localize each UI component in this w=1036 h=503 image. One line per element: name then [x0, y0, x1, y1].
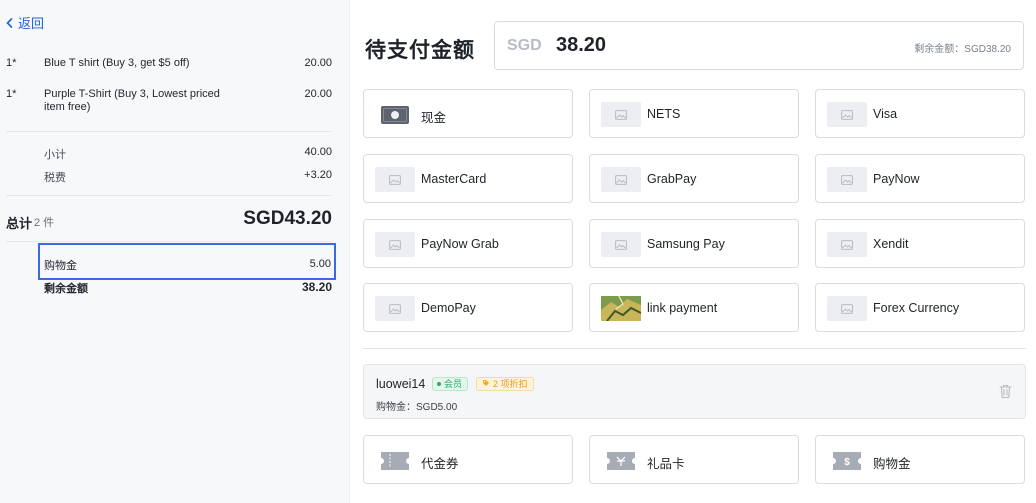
payment-method-method-0[interactable]: 现金 — [363, 89, 573, 138]
cash-icon — [375, 102, 415, 127]
payment-method-label: link payment — [647, 301, 718, 315]
subtotal-value: 40.00 — [304, 146, 332, 158]
payment-method-label: MasterCard — [421, 172, 487, 186]
payment-method-samsung-pay[interactable]: Samsung Pay — [589, 219, 799, 268]
remaining-value: 38.20 — [301, 280, 332, 294]
item-qty: 1* — [6, 88, 17, 100]
image-placeholder-icon — [827, 102, 867, 127]
subtotal-row: 小计 40.00 — [44, 146, 332, 162]
remaining-amount-text: 剩余金额：SGD38.20 — [914, 44, 1011, 55]
member-badge-label: 会员 — [444, 379, 463, 389]
amount-due-box: SGD 38.20 剩余金额：SGD38.20 — [494, 21, 1024, 70]
store-credit-button[interactable]: $ 购物金 — [815, 435, 1025, 484]
payment-method-link-payment[interactable]: link payment — [589, 283, 799, 332]
payment-method-label: PayNow — [873, 172, 920, 186]
order-summary-panel: 返回 1* Blue T shirt (Buy 3, get $5 off) 2… — [0, 0, 350, 503]
image-placeholder-icon — [827, 232, 867, 257]
back-button[interactable]: 返回 — [6, 13, 44, 32]
image-placeholder-icon — [601, 167, 641, 192]
payment-method-grabpay[interactable]: GrabPay — [589, 154, 799, 203]
payment-method-paynow[interactable]: PayNow — [815, 154, 1025, 203]
item-price: 20.00 — [304, 88, 332, 100]
discount-badge[interactable]: 2 项折扣 — [476, 377, 534, 391]
payment-method-label: 现金 — [421, 111, 447, 125]
item-name: Purple T-Shirt (Buy 3, Lowest priced ite… — [44, 88, 220, 113]
payment-method-mastercard[interactable]: MasterCard — [363, 154, 573, 203]
payment-method-nets[interactable]: NETS — [589, 89, 799, 138]
payment-method-demopay[interactable]: DemoPay — [363, 283, 573, 332]
member-credit: 购物金：SGD5.00 — [376, 402, 458, 413]
back-label: 返回 — [18, 16, 45, 31]
image-placeholder-icon — [375, 232, 415, 257]
payment-method-label: DemoPay — [421, 301, 476, 315]
payment-method-label: Visa — [873, 107, 898, 121]
trash-icon[interactable] — [999, 384, 1012, 404]
item-count: 2 件 — [34, 217, 55, 229]
payment-method-label: PayNow Grab — [421, 237, 499, 251]
gift-card-button[interactable]: 礼品卡 — [589, 435, 799, 484]
total-label: 总计 — [6, 216, 33, 231]
tax-label: 税费 — [44, 172, 66, 184]
payment-method-label: NETS — [647, 107, 681, 121]
item-price: 20.00 — [304, 57, 332, 69]
image-placeholder-icon — [375, 167, 415, 192]
image-placeholder-icon — [601, 102, 641, 127]
payment-method-label: GrabPay — [647, 172, 697, 186]
payment-method-xendit[interactable]: Xendit — [815, 219, 1025, 268]
map-thumbnail-icon — [601, 296, 641, 321]
chevron-left-icon — [6, 17, 13, 28]
extra-option-label: 礼品卡 — [647, 457, 685, 471]
store-credit-value: 5.00 — [309, 258, 331, 270]
image-placeholder-icon — [375, 296, 415, 321]
payment-method-paynow-grab[interactable]: PayNow Grab — [363, 219, 573, 268]
member-card: luowei14 会员 2 项折扣 购物金：SGD5.00 — [363, 364, 1026, 419]
image-placeholder-icon — [827, 296, 867, 321]
member-dot-icon — [437, 382, 441, 386]
payment-method-visa[interactable]: Visa — [815, 89, 1025, 138]
extra-option-label: 代金券 — [421, 457, 459, 471]
remaining-row: 剩余金额 38.20 — [44, 280, 332, 296]
payment-method-forex-currency[interactable]: Forex Currency — [815, 283, 1025, 332]
subtotal-label: 小计 — [44, 149, 66, 161]
payment-method-label: Forex Currency — [873, 301, 960, 315]
image-placeholder-icon — [601, 232, 641, 257]
member-username: luowei14 — [376, 377, 426, 391]
extra-option-label: 购物金 — [873, 457, 911, 471]
tax-value: +3.20 — [304, 169, 332, 181]
total-amount: SGD43.20 — [243, 208, 332, 229]
store-credit-icon: $ — [827, 448, 867, 473]
voucher-icon — [375, 448, 415, 473]
divider — [6, 131, 332, 132]
payment-method-label: Xendit — [873, 237, 909, 251]
divider — [6, 195, 332, 196]
store-credit-label: 购物金 — [44, 260, 77, 272]
divider — [6, 241, 332, 242]
tag-icon — [482, 378, 490, 390]
section-divider — [363, 348, 1026, 349]
discount-badge-label: 2 项折扣 — [493, 379, 528, 389]
member-badge: 会员 — [432, 377, 469, 391]
item-qty: 1* — [6, 57, 17, 69]
item-name: Blue T shirt (Buy 3, get $5 off) — [44, 57, 190, 69]
currency-label: SGD — [507, 37, 542, 54]
gift-card-icon — [601, 448, 641, 473]
voucher-button[interactable]: 代金券 — [363, 435, 573, 484]
store-credit-row: 购物金 5.00 — [38, 243, 336, 280]
remaining-label: 剩余金额 — [44, 283, 88, 295]
image-placeholder-icon — [827, 167, 867, 192]
tax-row: 税费 +3.20 — [44, 169, 332, 185]
total-row: 总计 2 件 SGD43.20 — [6, 208, 332, 232]
payment-method-label: Samsung Pay — [647, 237, 725, 251]
page-title: 待支付金额 — [365, 39, 475, 62]
amount-due: 38.20 — [556, 34, 607, 56]
svg-text:$: $ — [844, 457, 850, 468]
